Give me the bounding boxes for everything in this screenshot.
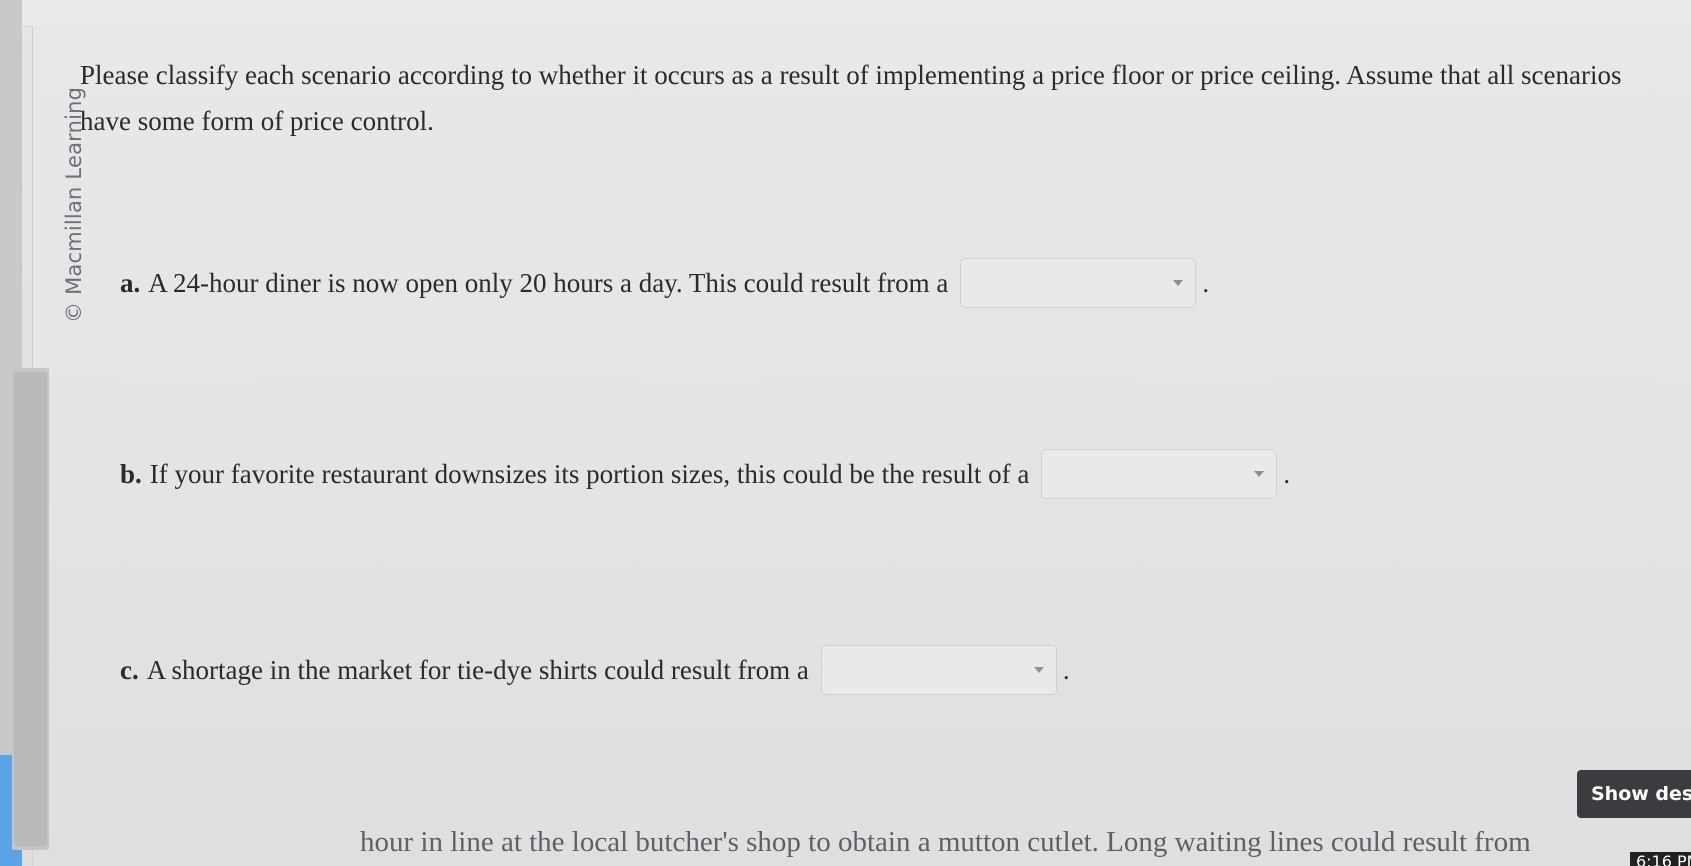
sentence-period: . [1202,267,1210,298]
chevron-down-icon [1254,471,1265,477]
sentence-period: . [1283,458,1291,489]
question-item-c: c. A shortage in the market for tie-dye … [120,645,1070,695]
question-item-a: a. A 24-hour diner is now open only 20 h… [120,258,1209,308]
question-letter: a. [120,267,141,298]
taskbar-clock: 6:16 PM [1630,852,1691,866]
question-text: A 24-hour diner is now open only 20 hour… [148,267,949,298]
top-strip [0,0,1691,27]
question-panel [32,26,1691,866]
sentence-period: . [1062,654,1070,685]
answer-dropdown-a[interactable] [960,258,1197,308]
show-desktop-button[interactable]: Show desk [1577,770,1691,818]
question-item-b: b. If your favorite restaurant downsizes… [120,449,1290,499]
screen: © Macmillan Learning Please classify eac… [0,0,1691,866]
scrollbar-thumb[interactable] [14,372,47,846]
question-text: A shortage in the market for tie-dye shi… [146,654,809,685]
chevron-down-icon [1033,667,1044,673]
next-question-cutoff-text: hour in line at the local butcher's shop… [360,826,1531,858]
question-letter: c. [120,654,139,685]
question-intro: Please classify each scenario according … [80,60,1622,136]
question-letter: b. [120,458,142,489]
answer-dropdown-b[interactable] [1041,449,1278,499]
answer-dropdown-c[interactable] [820,645,1057,695]
question-text: If your favorite restaurant downsizes it… [149,458,1030,489]
chevron-down-icon [1173,280,1184,286]
